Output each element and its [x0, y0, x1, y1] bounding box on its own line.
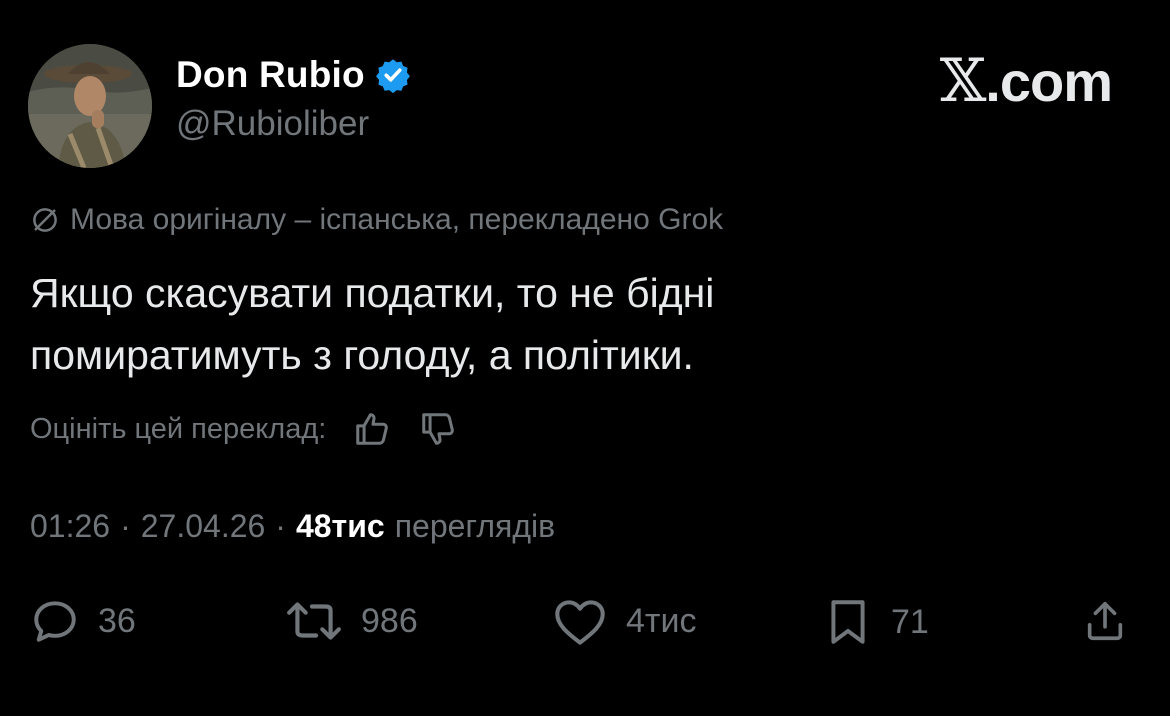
meta-separator: ·	[120, 508, 131, 544]
display-name-text: Don Rubio	[176, 54, 365, 95]
share-icon	[1087, 601, 1123, 641]
display-name[interactable]: Don Rubio	[176, 54, 411, 96]
tweet-date[interactable]: 27.04.26	[141, 508, 266, 545]
bookmark-icon	[831, 600, 865, 644]
rate-label: Оцініть цей переклад:	[30, 412, 327, 445]
translation-note-text: Мова оригіналу – іспанська, перекладено …	[70, 203, 724, 236]
reply-count: 36	[98, 601, 136, 640]
like-count: 4тис	[626, 601, 697, 640]
bookmark-button[interactable]: 71	[823, 596, 929, 648]
tweet-text-line: помиратимуть з голоду, а політики.	[30, 332, 694, 378]
brand-domain: .com	[985, 50, 1113, 113]
brand-logo: 𝕏.com	[939, 46, 1113, 116]
bookmark-count: 71	[891, 602, 929, 641]
rate-translation: Оцініть цей переклад:	[30, 410, 458, 448]
reply-icon	[34, 601, 76, 642]
repost-count: 986	[361, 601, 418, 640]
translate-icon	[33, 208, 57, 232]
author-handle[interactable]: @Rubioliber	[176, 104, 369, 144]
translation-note: Мова оригіналу – іспанська, перекладено …	[30, 203, 723, 237]
views-label: переглядів	[394, 508, 556, 544]
avatar-image	[28, 44, 152, 168]
like-button[interactable]: 4тис	[552, 596, 696, 646]
action-bar: 36 986 4тис 71	[30, 596, 1140, 660]
avatar[interactable]	[28, 44, 152, 168]
tweet-time[interactable]: 01:26	[30, 508, 110, 545]
repost-icon	[287, 602, 341, 640]
thumbs-up-icon[interactable]	[352, 410, 392, 448]
heart-icon	[555, 600, 605, 645]
tweet-meta: 01:26 · 27.04.26 · 48тис переглядів	[30, 508, 555, 545]
reply-button[interactable]: 36	[30, 596, 136, 646]
share-button[interactable]	[1082, 596, 1128, 646]
tweet-text: Якщо скасувати податки, то не бідні поми…	[30, 262, 1130, 386]
meta-separator: ·	[275, 508, 286, 544]
repost-button[interactable]: 986	[285, 596, 418, 646]
tweet-text-line: Якщо скасувати податки, то не бідні	[30, 270, 715, 316]
thumbs-down-icon[interactable]	[418, 410, 458, 448]
verified-badge-icon	[375, 57, 411, 94]
views-count[interactable]: 48тис	[296, 508, 385, 545]
x-logo-letter: 𝕏	[939, 46, 987, 116]
